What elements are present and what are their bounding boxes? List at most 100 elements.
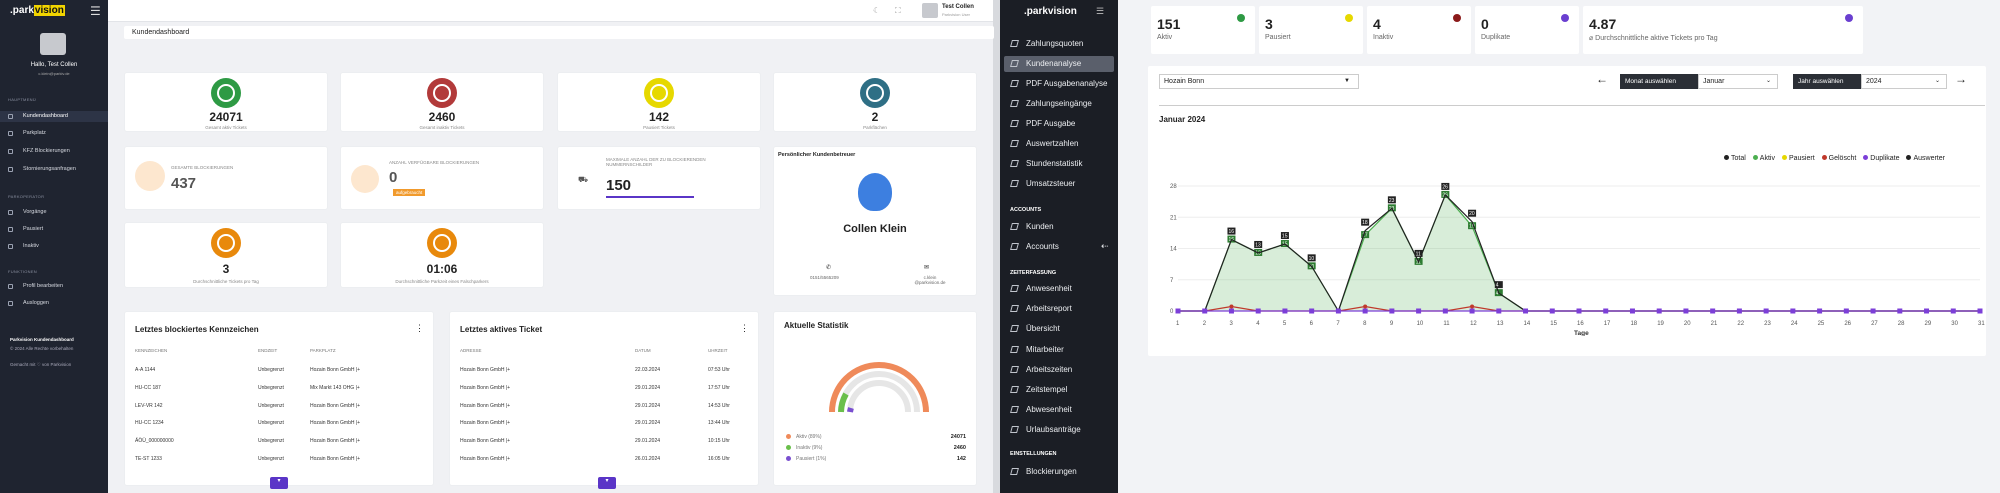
data-point[interactable]: [1763, 308, 1769, 314]
parking-icon: [8, 131, 13, 136]
nav-item[interactable]: Abwesenheit: [1004, 402, 1114, 418]
nav-item[interactable]: Arbeitsreport: [1004, 301, 1114, 317]
data-point[interactable]: [1363, 304, 1368, 309]
nav-item[interactable]: Stundenstatistik: [1004, 156, 1114, 172]
legend-item[interactable]: Aktiv: [1752, 155, 1775, 162]
data-point[interactable]: [1470, 304, 1475, 309]
year-button[interactable]: Jahr auswählen: [1793, 74, 1863, 89]
nav-item[interactable]: Kundenanalyse: [1004, 56, 1114, 72]
advisor-email[interactable]: c.klein @parkvision.de: [910, 275, 950, 285]
nav-item[interactable]: Anwesenheit: [1004, 281, 1114, 297]
moon-icon[interactable]: ☾: [873, 6, 880, 15]
logo[interactable]: .parkvision: [10, 5, 65, 16]
data-point[interactable]: [1416, 308, 1422, 314]
data-point[interactable]: [1817, 308, 1823, 314]
data-point[interactable]: [1710, 308, 1716, 314]
next-arrow-icon[interactable]: →: [1955, 72, 1967, 86]
data-point[interactable]: [1496, 308, 1502, 314]
fullscreen-icon[interactable]: ⛶: [895, 6, 901, 16]
data-point[interactable]: [1683, 308, 1689, 314]
nav-item[interactable]: Zahlungseingänge: [1004, 96, 1114, 112]
collapse-icon[interactable]: ⇠: [1101, 241, 1109, 252]
legend-item[interactable]: Duplikate: [1863, 155, 1899, 162]
logo[interactable]: .parkvision: [1024, 6, 1077, 17]
data-point[interactable]: [1282, 308, 1288, 314]
legend-item[interactable]: Pausiert: [1781, 155, 1815, 162]
more-icon[interactable]: ⋮: [740, 323, 749, 334]
data-point[interactable]: [1629, 308, 1635, 314]
nav-item[interactable]: Accounts: [1004, 239, 1114, 255]
nav-item[interactable]: PDF Ausgabe: [1004, 116, 1114, 132]
nav-vorgaenge[interactable]: Vorgänge: [0, 207, 108, 218]
data-point[interactable]: [1335, 308, 1341, 314]
nav-item[interactable]: Arbeitszeiten: [1004, 362, 1114, 378]
year-select[interactable]: 2024 ⌄: [1861, 74, 1947, 89]
data-point[interactable]: [1229, 304, 1234, 309]
table-cell[interactable]: TE-ST 1233: [135, 456, 162, 462]
data-point[interactable]: [1897, 308, 1903, 314]
data-point[interactable]: [1924, 308, 1930, 314]
location-select[interactable]: Hozain Bonn ▼: [1159, 74, 1359, 89]
nav-item[interactable]: Mitarbeiter: [1004, 342, 1114, 358]
month-button[interactable]: Monat auswählen: [1620, 74, 1698, 89]
nav-item[interactable]: Kunden: [1004, 219, 1114, 235]
advisor-phone[interactable]: 0151/5565209: [810, 275, 839, 280]
prev-arrow-icon[interactable]: ←: [1596, 72, 1608, 86]
x-tick-label: 31: [1978, 321, 1985, 327]
data-point[interactable]: [1977, 308, 1983, 314]
nav-kundendashboard[interactable]: Kundendashboard: [0, 111, 108, 122]
table-cell[interactable]: ÄÖÜ_000000000: [135, 438, 174, 444]
nav-item[interactable]: Übersicht: [1004, 321, 1114, 337]
data-point[interactable]: [1549, 308, 1555, 314]
menu-toggle-icon[interactable]: ☰: [1096, 6, 1104, 17]
data-point[interactable]: [1175, 308, 1181, 314]
legend-item[interactable]: Total: [1724, 155, 1746, 162]
data-point[interactable]: [1870, 308, 1876, 314]
user-avatar[interactable]: [922, 3, 938, 18]
nav-parkplatz[interactable]: Parkplatz: [0, 128, 108, 139]
data-point[interactable]: [1843, 308, 1849, 314]
data-point[interactable]: [1523, 308, 1529, 314]
data-point[interactable]: [1228, 308, 1234, 314]
expand-button[interactable]: ▾: [598, 477, 616, 489]
data-point[interactable]: [1656, 308, 1662, 314]
y-tick-label: 21: [1170, 215, 1177, 221]
nav-kfz-blockierungen[interactable]: KFZ Blockierungen: [0, 146, 108, 157]
data-point[interactable]: [1469, 308, 1475, 314]
data-point[interactable]: [1309, 308, 1315, 314]
table-cell[interactable]: HU-CC 187: [135, 385, 161, 391]
legend-item[interactable]: Gelöscht: [1821, 155, 1856, 162]
more-icon[interactable]: ⋮: [415, 323, 424, 334]
menu-toggle-icon[interactable]: ☰: [90, 4, 101, 18]
nav-item[interactable]: PDF Ausgabenanalyse: [1004, 76, 1114, 92]
kpi-value: 0: [1481, 16, 1489, 32]
expand-button[interactable]: ▾: [270, 477, 288, 489]
table-cell[interactable]: LEV-VR 142: [135, 403, 163, 409]
nav-inaktiv[interactable]: Inaktiv: [0, 241, 108, 252]
data-point[interactable]: [1950, 308, 1956, 314]
nav-pausiert[interactable]: Pausiert: [0, 224, 108, 235]
nav-profil[interactable]: Profil bearbeiten: [0, 281, 108, 292]
nav-item[interactable]: Urlaubsanträge: [1004, 422, 1114, 438]
table-cell[interactable]: A-A 1144: [135, 367, 155, 373]
user-name[interactable]: Test Collen: [942, 4, 974, 10]
data-point[interactable]: [1736, 308, 1742, 314]
legend-item[interactable]: Auswerter: [1906, 155, 1945, 162]
data-point[interactable]: [1790, 308, 1796, 314]
nav-item[interactable]: Zeitstempel: [1004, 382, 1114, 398]
nav-item[interactable]: Blockierungen: [1004, 464, 1114, 480]
nav-item[interactable]: Auswertzahlen: [1004, 136, 1114, 152]
data-point[interactable]: [1389, 308, 1395, 314]
data-point[interactable]: [1442, 308, 1448, 314]
data-point[interactable]: [1576, 308, 1582, 314]
table-cell[interactable]: HU-CC 1234: [135, 420, 164, 426]
month-select[interactable]: Januar ⌄: [1698, 74, 1778, 89]
nav-item[interactable]: Umsatzsteuer: [1004, 176, 1114, 192]
data-point[interactable]: [1603, 308, 1609, 314]
data-point[interactable]: [1362, 308, 1368, 314]
data-point[interactable]: [1202, 308, 1208, 314]
data-point[interactable]: [1255, 308, 1261, 314]
nav-item[interactable]: Zahlungsquoten: [1004, 36, 1114, 52]
nav-storno[interactable]: Stornierungsanfragen: [0, 164, 108, 175]
nav-logout[interactable]: Ausloggen: [0, 298, 108, 309]
